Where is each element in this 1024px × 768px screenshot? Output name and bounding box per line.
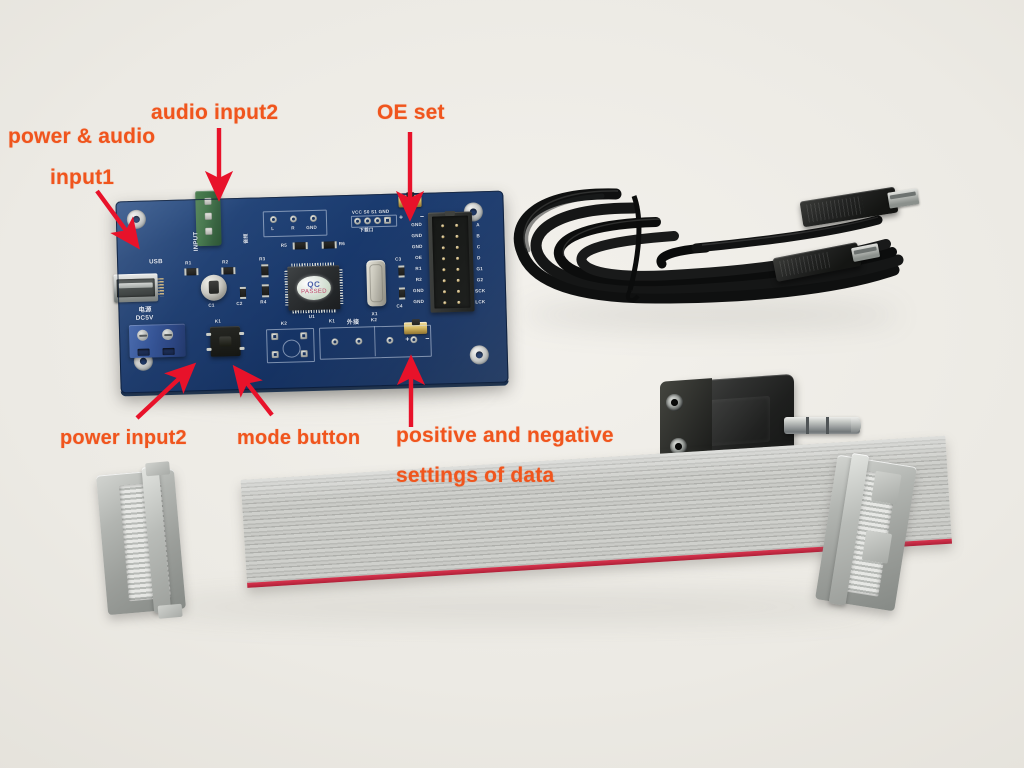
annotation-oe-set: OE set	[377, 101, 445, 124]
annotation-settings-of-data: settings of data	[396, 464, 555, 487]
annotation-positive-negative: positive and negative	[396, 424, 614, 447]
annotation-power-audio: power & audio	[8, 125, 156, 148]
annotation-input1: input1	[50, 166, 115, 189]
arrow-power-input2	[135, 362, 197, 420]
annotation-power-input2: power input2	[60, 427, 187, 449]
arrow-mode-button	[232, 364, 274, 417]
annotation-mode-button: mode button	[237, 427, 361, 449]
arrow-power-audio-input1	[95, 189, 140, 250]
photo-scene: USB INPUT 音频 L R GND VCC S0 S1 GND 下载口 R…	[0, 0, 1024, 768]
annotation-audio-input2: audio input2	[151, 101, 279, 124]
